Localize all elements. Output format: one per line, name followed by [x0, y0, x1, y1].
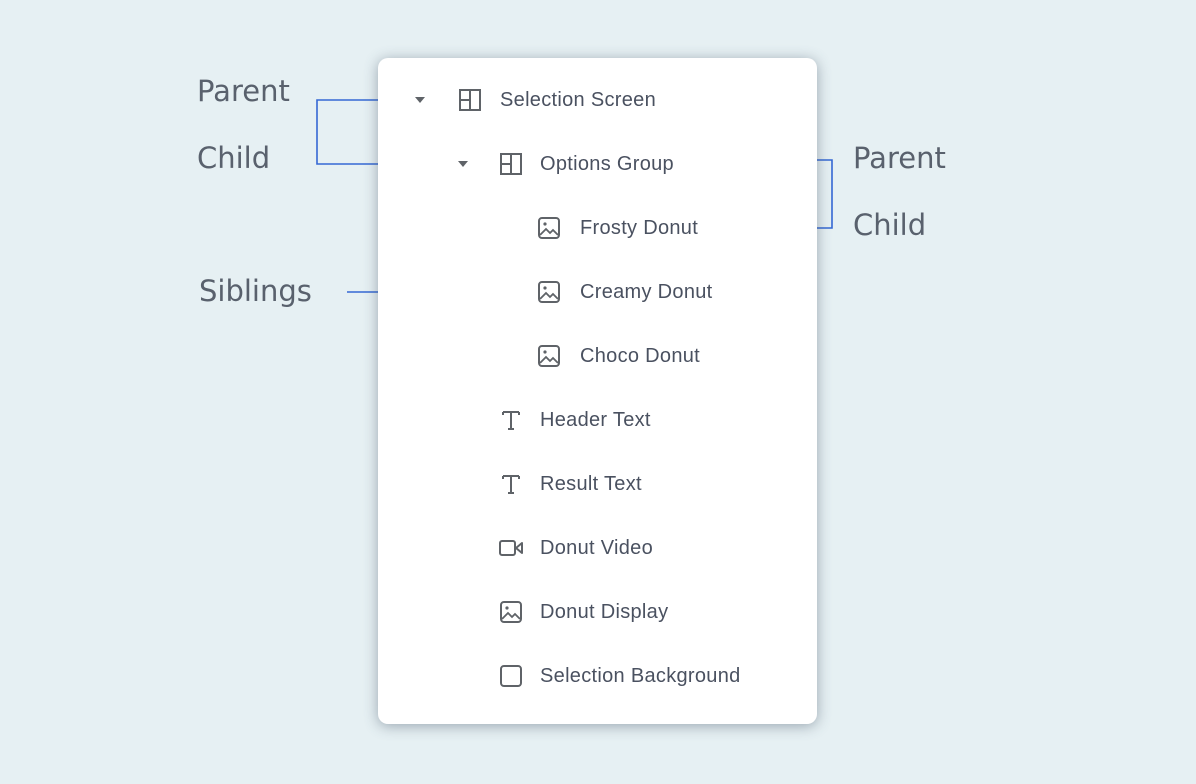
caret-down-icon[interactable]: [458, 161, 468, 167]
image-icon: [538, 217, 560, 239]
caret-down-icon[interactable]: [415, 97, 425, 103]
tree-item-label: Frosty Donut: [580, 216, 699, 239]
text-icon: [502, 475, 520, 494]
image-icon: [538, 345, 560, 367]
tree-item-label: Options Group: [540, 152, 674, 175]
tree-item-label: Selection Screen: [500, 88, 657, 111]
tree-item-label: Donut Video: [540, 536, 654, 559]
annotation-child-left: Child: [197, 141, 271, 175]
annotation-parent-right: Parent: [853, 141, 946, 175]
annotation-child-right: Child: [853, 208, 927, 242]
text-icon: [502, 411, 520, 430]
annotation-siblings: Siblings: [199, 274, 312, 308]
tree-item-label: Choco Donut: [580, 344, 701, 367]
tree-item-label: Result Text: [540, 472, 642, 495]
layout-icon: [500, 153, 522, 175]
image-icon: [538, 281, 560, 303]
tree-item-label: Donut Display: [540, 600, 669, 623]
image-icon: [500, 601, 522, 623]
tree-item-label: Selection Background: [540, 664, 741, 687]
layout-icon: [459, 89, 481, 111]
video-icon: [499, 540, 523, 556]
annotation-parent-left: Parent: [197, 74, 290, 108]
tree-item-label: Header Text: [540, 408, 651, 431]
tree-item-label: Creamy Donut: [580, 280, 713, 303]
rectangle-icon: [500, 665, 522, 687]
